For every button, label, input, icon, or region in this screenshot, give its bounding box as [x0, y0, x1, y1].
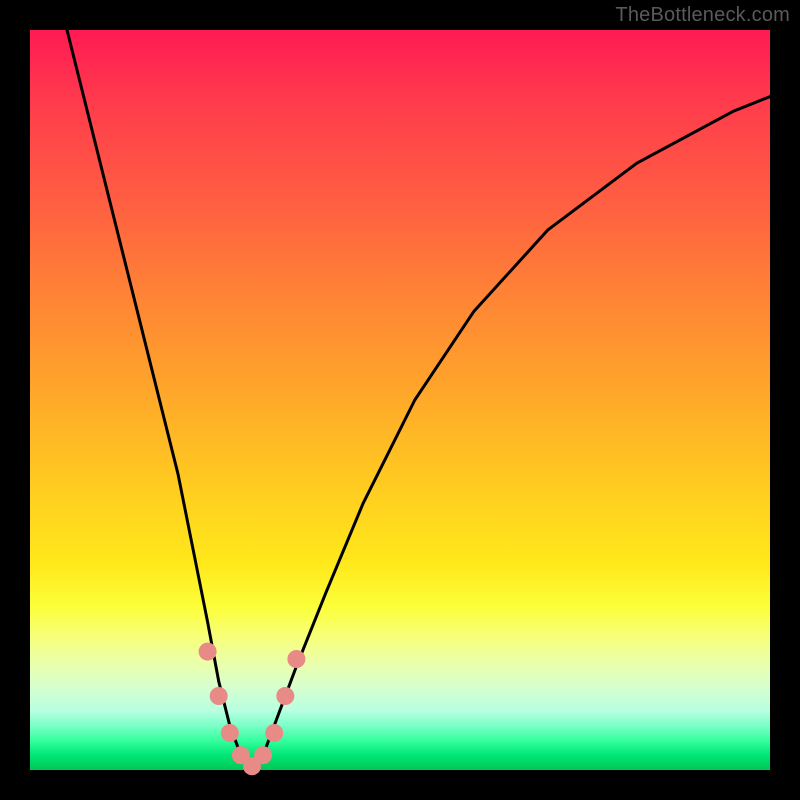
curve-group: [67, 30, 770, 766]
plot-area: [30, 30, 770, 770]
bottleneck-curve: [67, 30, 770, 766]
chart-frame: TheBottleneck.com: [0, 0, 800, 800]
data-marker: [210, 687, 228, 705]
data-marker: [221, 724, 239, 742]
data-marker: [254, 746, 272, 764]
data-marker: [287, 650, 305, 668]
data-marker: [276, 687, 294, 705]
watermark-text: TheBottleneck.com: [615, 4, 790, 27]
data-marker: [265, 724, 283, 742]
data-marker: [199, 643, 217, 661]
curve-svg: [30, 30, 770, 770]
